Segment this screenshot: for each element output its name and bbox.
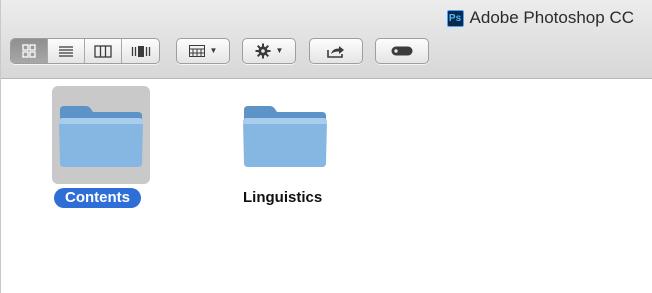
tags-button[interactable] [375,38,429,64]
folder-contents[interactable] [52,86,150,184]
folder-icon [59,106,143,167]
list-view-button[interactable] [48,39,85,63]
folder-icon [243,106,327,167]
icon-view-button[interactable] [11,39,48,63]
finder-window: Ps Adobe Photoshop CC ▼ ▼ Contents Lingu… [0,0,652,293]
arrange-button[interactable]: ▼ [176,38,230,64]
tag-pill-icon [391,46,413,56]
coverflow-icon [131,45,150,57]
columns-icon [94,44,112,58]
window-title-text: Adobe Photoshop CC [469,8,634,27]
list-lines-icon [59,45,73,57]
gear-icon [255,43,271,59]
column-view-button[interactable] [85,39,122,63]
photoshop-app-icon: Ps [446,9,464,27]
chevron-down-icon: ▼ [275,46,284,55]
toolbar: Ps Adobe Photoshop CC ▼ ▼ [1,0,652,79]
folder-label-linguistics[interactable]: Linguistics [243,188,322,208]
chevron-down-icon: ▼ [209,46,218,55]
window-title: Ps Adobe Photoshop CC [446,7,634,29]
arrange-grid-icon [188,45,205,57]
view-mode-control [10,38,160,64]
coverflow-view-button[interactable] [122,39,159,63]
share-icon [327,45,344,58]
action-button[interactable]: ▼ [242,38,296,64]
icon-grid-icon [22,44,36,58]
share-button[interactable] [309,38,363,64]
folder-label-contents[interactable]: Contents [54,188,141,208]
folder-linguistics[interactable] [236,86,334,184]
